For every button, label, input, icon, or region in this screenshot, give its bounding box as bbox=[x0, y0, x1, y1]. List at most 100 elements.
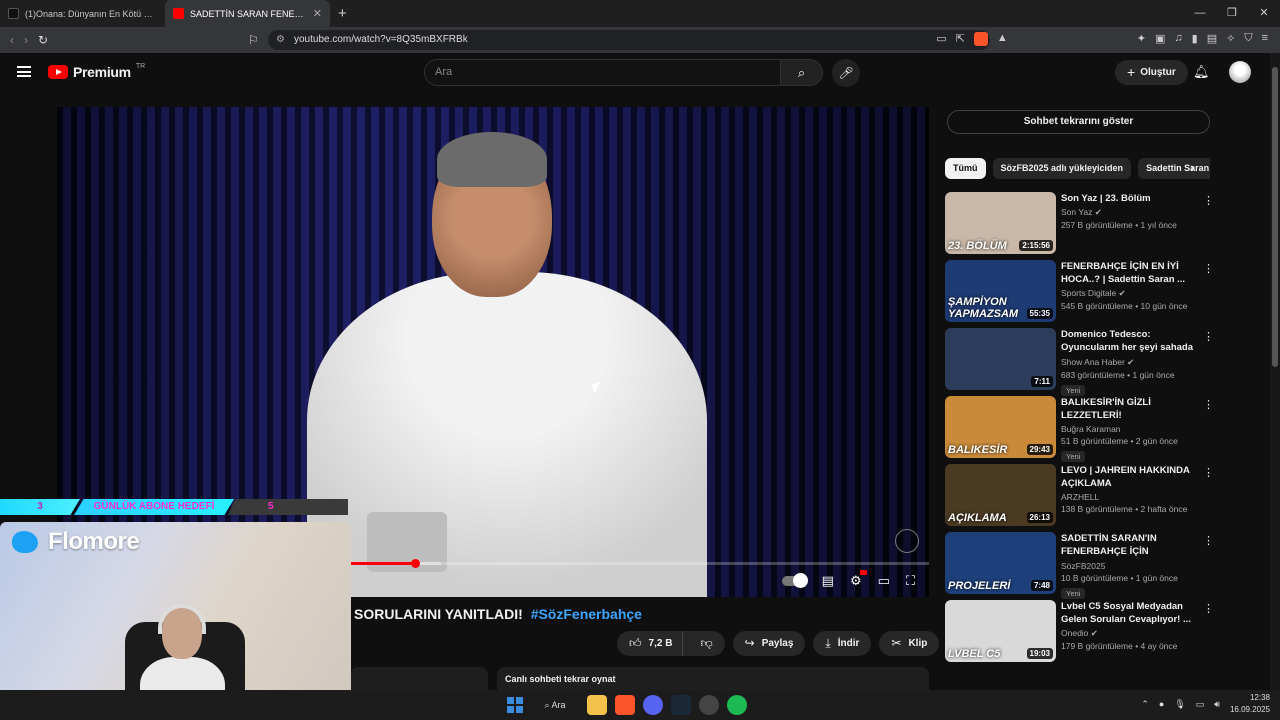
video-thumbnail[interactable]: PROJELERİ 7:48 bbox=[945, 532, 1056, 594]
description-box[interactable] bbox=[350, 667, 488, 690]
recommendation-item[interactable]: LVBEL C5 19:03 Lvbel C5 Sosyal Medyadan Ge… bbox=[945, 600, 1215, 668]
recommendation-title[interactable]: BALIKESİR'İN GİZLİ LEZZETLERİ! bbox=[1061, 396, 1201, 422]
like-button[interactable]: 👍︎ 7,2 B bbox=[617, 631, 684, 656]
live-chat-replay-box[interactable]: Canlı sohbeti tekrar oynat bbox=[497, 667, 929, 690]
screenshot-icon[interactable]: ▣ bbox=[1155, 32, 1165, 46]
channel-name[interactable]: Son Yaz ✔ bbox=[1061, 207, 1201, 218]
search-button[interactable]: ⌕ bbox=[781, 59, 823, 86]
minimize-icon[interactable]: — bbox=[1184, 0, 1216, 27]
account-avatar[interactable] bbox=[1229, 61, 1251, 83]
more-vertical-icon[interactable]: ⋮ bbox=[1203, 534, 1214, 547]
chevron-right-icon[interactable]: › bbox=[1190, 160, 1194, 175]
video-thumbnail[interactable]: 23. BÖLÜM 2:15:56 bbox=[945, 192, 1056, 254]
recommendation-item[interactable]: 23. BÖLÜM 2:15:56 Son Yaz | 23. Bölüm Son Y… bbox=[945, 192, 1215, 260]
share-page-icon[interactable]: ⇱ bbox=[956, 32, 965, 46]
extensions-icon[interactable]: ✦ bbox=[1137, 32, 1146, 46]
cast-icon[interactable]: ▭ bbox=[936, 32, 946, 46]
recommendation-title[interactable]: LEVO | JAHREIN HAKKINDA AÇIKLAMA bbox=[1061, 464, 1201, 490]
youtube-logo[interactable]: Premium TR bbox=[48, 63, 145, 80]
recommendation-item[interactable]: BALIKESİR 29:43 BALIKESİR'İN GİZLİ LEZZETL… bbox=[945, 396, 1215, 464]
notifications-bell-icon[interactable]: 🔔︎ bbox=[1193, 64, 1210, 80]
guide-menu-icon[interactable] bbox=[17, 66, 31, 77]
more-vertical-icon[interactable]: ⋮ bbox=[1203, 466, 1214, 479]
url-field[interactable]: ⚙ youtube.com/watch?v=8Q35mBXFRBk bbox=[268, 30, 990, 50]
back-icon[interactable]: ‹ bbox=[10, 33, 14, 47]
channel-name[interactable]: ARZHELL bbox=[1061, 492, 1201, 502]
close-window-icon[interactable]: ✕ bbox=[1248, 0, 1280, 27]
dislike-button[interactable]: 👎︎ bbox=[690, 631, 724, 656]
filter-chip[interactable]: Tümü bbox=[945, 158, 986, 179]
channel-name[interactable]: Onedio ✔ bbox=[1061, 628, 1201, 639]
video-thumbnail[interactable]: 7:11 bbox=[945, 328, 1056, 390]
forward-icon[interactable]: › bbox=[24, 33, 28, 47]
taskbar-search[interactable]: ⌕ Ara bbox=[531, 694, 579, 716]
more-vertical-icon[interactable]: ⋮ bbox=[1203, 330, 1214, 343]
autoplay-toggle[interactable] bbox=[781, 573, 808, 588]
wallet-icon[interactable]: ▤ bbox=[1207, 32, 1217, 46]
more-vertical-icon[interactable]: ⋮ bbox=[1203, 194, 1214, 207]
sidebar-icon[interactable]: ▮ bbox=[1192, 32, 1198, 46]
network-icon[interactable]: ▭ bbox=[1196, 699, 1205, 710]
filter-chip[interactable]: Sadettin Saran bbox=[1138, 158, 1210, 179]
more-vertical-icon[interactable]: ⋮ bbox=[1203, 602, 1214, 615]
channel-name[interactable]: SözFB2025 bbox=[1061, 561, 1201, 571]
site-settings-icon[interactable]: ⚙ bbox=[276, 30, 285, 50]
browser-tab-onana[interactable]: (1)Onana: Dünyanın En Kötü Kalecisi bbox=[0, 0, 165, 27]
menu-icon[interactable]: ≡ bbox=[1262, 32, 1268, 46]
brave-shield-icon[interactable] bbox=[973, 32, 988, 46]
volume-icon[interactable]: 🔊︎ bbox=[1214, 699, 1220, 710]
bookmark-icon[interactable]: ⚐ bbox=[248, 33, 259, 47]
reload-icon[interactable]: ↻ bbox=[38, 33, 48, 47]
steam-icon[interactable] bbox=[671, 695, 691, 715]
recommendation-title[interactable]: Lvbel C5 Sosyal Medyadan Gelen Soruları … bbox=[1061, 600, 1201, 626]
close-tab-icon[interactable]: ✕ bbox=[313, 7, 322, 20]
theater-mode-icon[interactable]: ▭ bbox=[878, 573, 890, 589]
recommendation-item[interactable]: PROJELERİ 7:48 SADETTİN SARAN'IN FENERBAHÇ… bbox=[945, 532, 1215, 600]
recommendation-title[interactable]: Son Yaz | 23. Bölüm bbox=[1061, 192, 1201, 205]
filter-chip[interactable]: SözFB2025 adlı yükleyiciden bbox=[992, 158, 1132, 179]
brave-browser-icon[interactable] bbox=[615, 695, 635, 715]
video-thumbnail[interactable]: BALIKESİR 29:43 bbox=[945, 396, 1056, 458]
browser-tab-sadettin[interactable]: SADETTİN SARAN FENERBAHÇE ✕ bbox=[165, 0, 330, 27]
file-explorer-icon[interactable] bbox=[587, 695, 607, 715]
tray-app-icon[interactable]: ● bbox=[1159, 699, 1164, 709]
video-hashtag[interactable]: #SözFenerbahçe bbox=[531, 606, 642, 622]
microphone-tray-icon[interactable]: 🎙︎ bbox=[1174, 699, 1185, 710]
recommendation-item[interactable]: AÇIKLAMA 26:13 LEVO | JAHREIN HAKKINDA AÇI… bbox=[945, 464, 1215, 532]
subtitles-icon[interactable]: ▤ bbox=[822, 573, 834, 589]
video-thumbnail[interactable]: LVBEL C5 19:03 bbox=[945, 600, 1056, 662]
spotify-icon[interactable] bbox=[727, 695, 747, 715]
video-thumbnail[interactable]: AÇIKLAMA 26:13 bbox=[945, 464, 1056, 526]
vpn-icon[interactable]: ⛉ bbox=[1244, 32, 1252, 46]
new-tab-icon[interactable]: + bbox=[338, 5, 347, 22]
clock[interactable]: 12:38 16.09.2025 bbox=[1230, 692, 1270, 716]
media-icon[interactable]: ♫ bbox=[1174, 32, 1182, 46]
recommendation-title[interactable]: SADETTİN SARAN'IN FENERBAHÇE İÇİN PROJEL… bbox=[1061, 532, 1201, 559]
channel-watermark-icon[interactable] bbox=[895, 529, 919, 553]
video-thumbnail[interactable]: ŞAMPİYON YAPMAZSAM 55:35 bbox=[945, 260, 1056, 322]
discord-icon[interactable] bbox=[643, 695, 663, 715]
search-input[interactable]: Ara bbox=[424, 59, 781, 86]
share-button[interactable]: ↪ Paylaş bbox=[732, 631, 806, 656]
channel-name[interactable]: Buğra Karaman bbox=[1061, 424, 1201, 434]
leo-icon[interactable]: ✧ bbox=[1226, 32, 1235, 46]
voice-search-button[interactable]: 🎤︎ bbox=[832, 59, 860, 87]
recommendation-title[interactable]: Domenico Tedesco: Oyuncularım her şeyi s… bbox=[1061, 328, 1201, 355]
scrollbar-thumb[interactable] bbox=[1272, 67, 1278, 367]
windows-start-icon[interactable] bbox=[507, 697, 523, 713]
download-button[interactable]: ⤓ İndir bbox=[813, 631, 872, 656]
scrubber-knob[interactable] bbox=[410, 559, 420, 568]
create-button[interactable]: + Oluştur bbox=[1115, 60, 1188, 85]
show-chat-replay-button[interactable]: Sohbet tekrarını göster bbox=[947, 110, 1210, 134]
more-vertical-icon[interactable]: ⋮ bbox=[1203, 262, 1214, 275]
settings-gear-icon[interactable]: ⚙ bbox=[850, 570, 867, 589]
maximize-icon[interactable]: ❐ bbox=[1216, 0, 1248, 27]
clip-button[interactable]: ✂ Klip bbox=[879, 631, 940, 656]
channel-name[interactable]: Sports Digitale ✔ bbox=[1061, 288, 1201, 299]
obs-icon[interactable] bbox=[699, 695, 719, 715]
page-scrollbar[interactable] bbox=[1270, 53, 1280, 690]
more-vertical-icon[interactable]: ⋮ bbox=[1203, 398, 1214, 411]
recommendation-item[interactable]: 7:11 Domenico Tedesco: Oyuncularım her şe… bbox=[945, 328, 1215, 396]
rewards-icon[interactable]: ▲ bbox=[997, 32, 1008, 46]
recommendation-title[interactable]: FENERBAHÇE İÇİN EN İYİ HOCA..? | Sadetti… bbox=[1061, 260, 1201, 286]
